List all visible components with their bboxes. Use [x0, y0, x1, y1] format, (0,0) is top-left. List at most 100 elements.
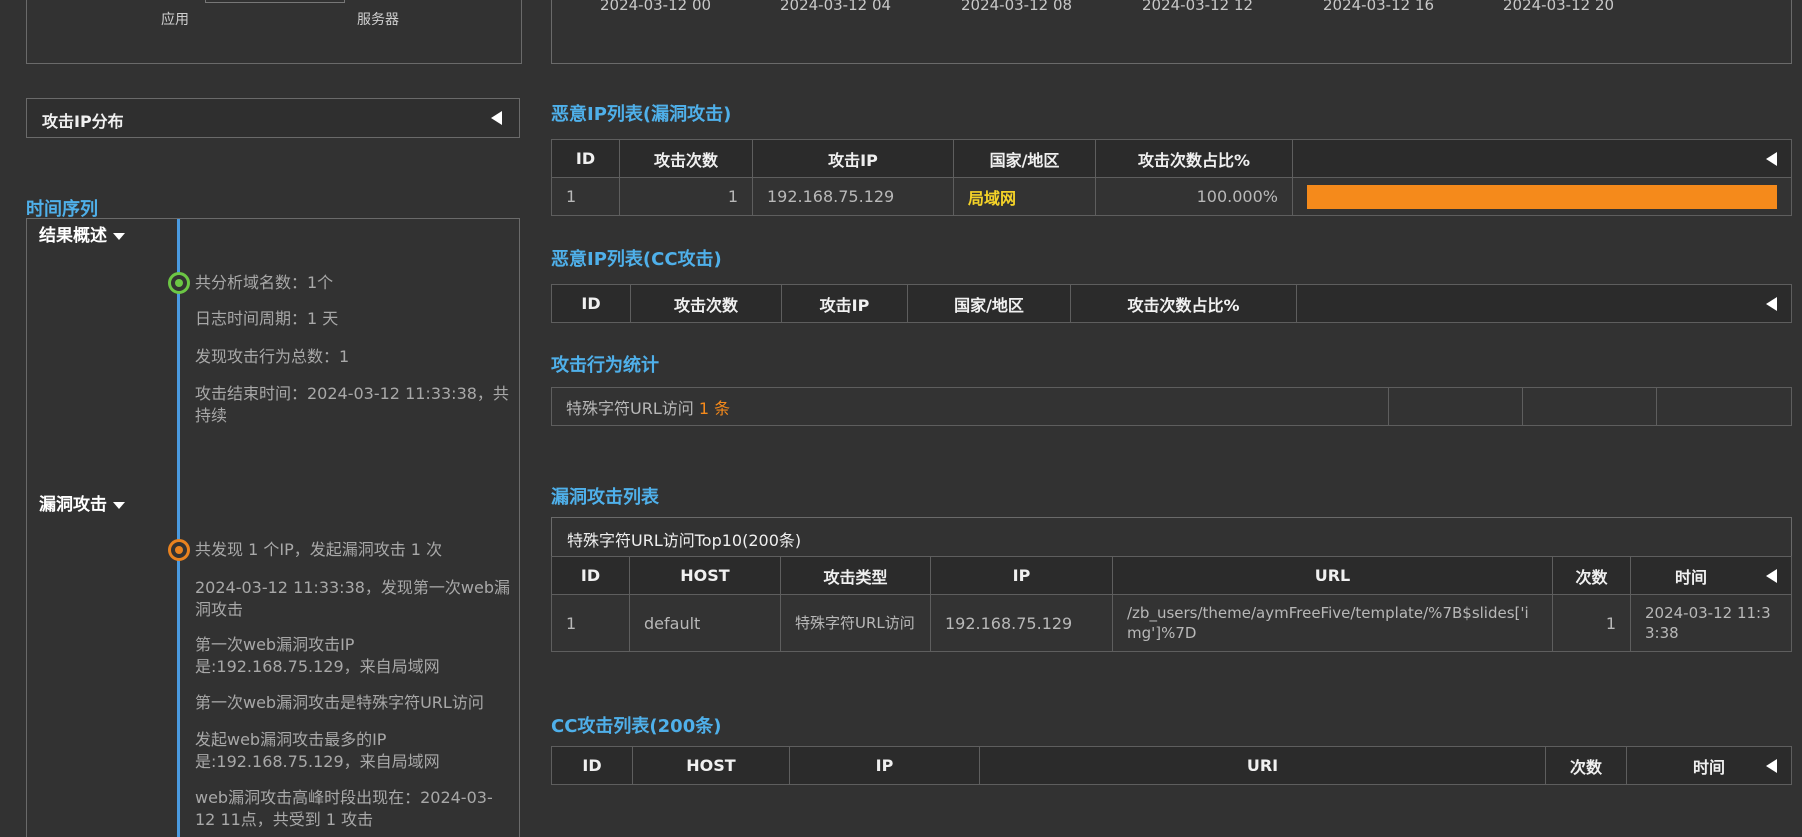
- cc-list-title: CC攻击列表(200条): [551, 716, 722, 737]
- col-header: IP: [789, 746, 980, 785]
- col-header: HOST: [632, 746, 790, 785]
- timeline-entry: 共发现 1 个IP，发起漏洞攻击 1 次: [195, 540, 443, 559]
- cell-id: 1: [551, 594, 630, 652]
- ip-distribution-title: 攻击IP分布: [42, 112, 124, 131]
- panel-bar-stub: [205, 0, 345, 3]
- timeline-entry: 2024-03-12 11:33:38，发现第一次web漏洞攻击: [195, 578, 511, 619]
- timeline-dot-orange: [168, 539, 190, 561]
- col-header: 攻击类型: [780, 556, 931, 595]
- summary-heading[interactable]: 结果概述: [39, 221, 125, 246]
- timeline-dot-green: [168, 272, 190, 294]
- column-toggle[interactable]: [1292, 139, 1792, 178]
- collapse-arrow-icon[interactable]: [1766, 569, 1777, 583]
- empty-cell: [1656, 387, 1792, 426]
- collapse-arrow-icon[interactable]: [1766, 152, 1777, 166]
- column-toggle[interactable]: [1296, 284, 1792, 323]
- cell-time: 2024-03-12 11:33:38: [1630, 594, 1792, 652]
- behavior-stats-table: 特殊字符URL访问 1 条: [551, 387, 1792, 426]
- x-tick: 2024-03-12 00: [600, 0, 712, 14]
- caret-down-icon: [113, 232, 125, 240]
- col-header: 攻击次数: [619, 139, 753, 178]
- col-header: ID: [551, 746, 633, 785]
- cell-ratio-bar: [1292, 177, 1792, 216]
- x-tick: 2024-03-12 20: [1503, 0, 1615, 14]
- cell-count: 1: [1552, 594, 1631, 652]
- behavior-count: 1 条: [698, 398, 731, 418]
- col-header: 攻击次数占比%: [1070, 284, 1297, 323]
- malicious-vuln-title: 恶意IP列表(漏洞攻击): [551, 104, 732, 125]
- col-header-time-label: 时间: [1675, 567, 1708, 587]
- empty-cell: [1522, 387, 1657, 426]
- cell-type: 特殊字符URL访问: [780, 594, 931, 652]
- timeline-entry: web漏洞攻击高峰时段出现在：2024-03-12 11点，共受到 1 攻击: [195, 788, 493, 829]
- collapse-arrow-icon[interactable]: [1766, 759, 1777, 773]
- x-tick: 2024-03-12 16: [1323, 0, 1435, 14]
- timeline-entry: 第一次web漏洞攻击IP是:192.168.75.129，来自局域网: [195, 635, 440, 676]
- behavior-cell: 特殊字符URL访问 1 条: [551, 387, 1389, 426]
- axis-label-app: 应用: [161, 12, 189, 28]
- x-tick: 2024-03-12 12: [1142, 0, 1254, 14]
- col-header: 攻击次数: [630, 284, 782, 323]
- col-header: 国家/地区: [907, 284, 1071, 323]
- vuln-list-title: 漏洞攻击列表: [551, 487, 659, 508]
- cell-ip: 192.168.75.129: [752, 177, 954, 216]
- axis-label-server: 服务器: [357, 12, 399, 28]
- vuln-list-subtitle: 特殊字符URL访问Top10(200条): [567, 531, 802, 550]
- col-header: ID: [551, 556, 630, 595]
- malicious-vuln-table: ID 攻击次数 攻击IP 国家/地区 攻击次数占比% 1 1 192.168.7…: [551, 139, 1792, 216]
- col-header: HOST: [629, 556, 781, 595]
- col-header: 攻击次数占比%: [1095, 139, 1293, 178]
- timeline-entry: 发起web漏洞攻击最多的IP是:192.168.75.129，来自局域网: [195, 730, 440, 771]
- time-chart-panel: 2024-03-12 00 2024-03-12 04 2024-03-12 0…: [551, 0, 1792, 64]
- col-header-time[interactable]: 时间: [1630, 556, 1792, 595]
- cell-count: 1: [619, 177, 753, 216]
- top-left-panel: 应用 服务器: [26, 0, 522, 64]
- ip-distribution-header[interactable]: 攻击IP分布: [26, 98, 520, 138]
- col-header: URI: [979, 746, 1546, 785]
- cell-ratio: 100.000%: [1095, 177, 1293, 216]
- timeline-axis: [177, 219, 180, 837]
- caret-down-icon: [113, 501, 125, 509]
- vuln-heading-text: 漏洞攻击: [39, 495, 107, 515]
- vuln-list-subtitle-bar: 特殊字符URL访问Top10(200条): [551, 517, 1792, 557]
- col-header: 次数: [1552, 556, 1631, 595]
- col-header: IP: [930, 556, 1113, 595]
- malicious-cc-table: ID 攻击次数 攻击IP 国家/地区 攻击次数占比%: [551, 284, 1792, 323]
- empty-cell: [1388, 387, 1523, 426]
- col-header: 次数: [1545, 746, 1627, 785]
- timeline-entry: 第一次web漏洞攻击是特殊字符URL访问: [195, 693, 484, 712]
- cc-list-table: ID HOST IP URI 次数 时间: [551, 746, 1792, 785]
- timeline-panel: 结果概述 共分析域名数：1个 日志时间周期：1 天 发现攻击行为总数：1 攻击结…: [26, 218, 520, 837]
- malicious-cc-title: 恶意IP列表(CC攻击): [551, 249, 722, 270]
- timeline-entry: 共分析域名数：1个: [195, 273, 334, 292]
- col-header: ID: [551, 284, 631, 323]
- col-header-time[interactable]: 时间: [1626, 746, 1792, 785]
- col-header: 攻击IP: [781, 284, 908, 323]
- cell-url: /zb_users/theme/aymFreeFive/template/%7B…: [1112, 594, 1553, 652]
- cell-host: default: [629, 594, 781, 652]
- col-header-time-label: 时间: [1692, 757, 1725, 777]
- behavior-stats-title: 攻击行为统计: [551, 355, 659, 376]
- vuln-list-table: ID HOST 攻击类型 IP URL 次数 时间 1 default 特殊字符…: [551, 556, 1792, 652]
- timeline-entry: 攻击结束时间：2024-03-12 11:33:38，共持续: [195, 384, 509, 425]
- collapse-arrow-icon[interactable]: [491, 111, 502, 125]
- timeline-entry: 日志时间周期：1 天: [195, 309, 339, 328]
- x-tick: 2024-03-12 08: [961, 0, 1073, 14]
- timeline-entry: 发现攻击行为总数：1: [195, 347, 350, 366]
- table-row: 1 default 特殊字符URL访问 192.168.75.129 /zb_u…: [551, 594, 1792, 652]
- cell-region: 局域网: [953, 177, 1096, 216]
- ratio-bar-fill: [1307, 184, 1777, 209]
- cell-ip: 192.168.75.129: [930, 594, 1113, 652]
- col-header: ID: [551, 139, 620, 178]
- behavior-label: 特殊字符URL访问: [566, 398, 694, 418]
- summary-heading-text: 结果概述: [39, 226, 107, 246]
- col-header: 攻击IP: [752, 139, 954, 178]
- cell-id: 1: [551, 177, 620, 216]
- x-tick: 2024-03-12 04: [780, 0, 892, 14]
- col-header: URL: [1112, 556, 1553, 595]
- vuln-heading[interactable]: 漏洞攻击: [39, 490, 125, 515]
- col-header: 国家/地区: [953, 139, 1096, 178]
- table-row: 1 1 192.168.75.129 局域网 100.000%: [551, 177, 1792, 216]
- collapse-arrow-icon[interactable]: [1766, 297, 1777, 311]
- ratio-bar-track: [1307, 184, 1777, 209]
